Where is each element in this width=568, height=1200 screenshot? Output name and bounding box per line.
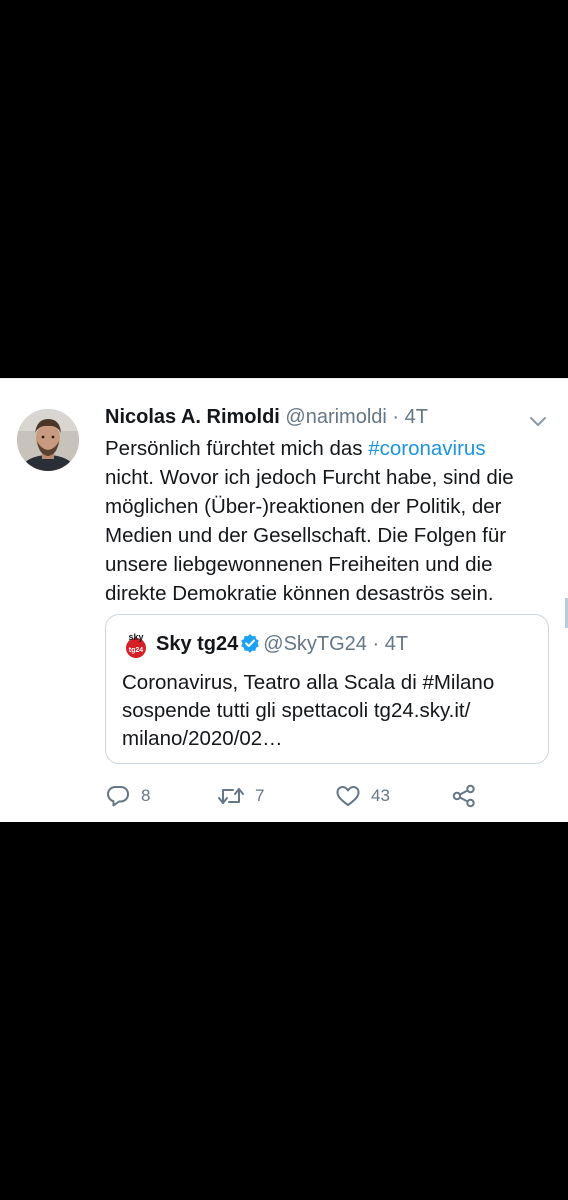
- quoted-tweet[interactable]: sky tg24 Sky tg24 @SkyTG24 · 4T Coronavi…: [105, 614, 549, 764]
- quote-text-line: sospende tutti gli spettacoli tg24.sky.i…: [122, 699, 471, 722]
- sky-tg24-logo: sky tg24: [126, 632, 146, 658]
- action-bar: 8 7 43: [105, 782, 545, 810]
- reply-button[interactable]: 8: [105, 782, 150, 810]
- quote-separator: ·: [366, 633, 385, 655]
- tweet-text-line: möglichen (Über-)reaktionen der Politik,…: [105, 495, 502, 518]
- hashtag-link[interactable]: #coronavirus: [368, 437, 485, 460]
- retweet-button[interactable]: 7: [217, 782, 264, 810]
- reply-icon: [107, 786, 129, 807]
- quote-text: Coronavirus, Teatro alla Scala di #Milan…: [122, 669, 542, 753]
- user-handle[interactable]: @narimoldi: [285, 406, 386, 428]
- tweet-text-line: direkte Demokratie können desaströs sein…: [105, 582, 494, 605]
- avatar[interactable]: [17, 409, 79, 471]
- tweet-text-line: Medien und der Gesellschaft. Die Folgen …: [105, 524, 507, 547]
- divider: [0, 378, 568, 379]
- quote-time[interactable]: 4T: [385, 633, 408, 655]
- tweet-text-line: nicht. Wovor ich jedoch Furcht habe, sin…: [105, 466, 514, 489]
- avatar-image: [17, 409, 79, 471]
- tweet-header: Nicolas A. Rimoldi @narimoldi · 4T: [105, 405, 428, 429]
- retweet-icon: [218, 788, 244, 804]
- chevron-down-icon[interactable]: [528, 411, 548, 431]
- tweet-text: Persönlich fürchtet mich das #coronaviru…: [105, 434, 545, 608]
- display-name[interactable]: Nicolas A. Rimoldi: [105, 406, 280, 428]
- header-separator: ·: [386, 406, 405, 428]
- logo-text-top: sky: [128, 632, 143, 642]
- logo-text-bottom: tg24: [129, 647, 144, 654]
- tweet-text-line: Persönlich fürchtet mich das #coronaviru…: [105, 437, 486, 460]
- screen: Nicolas A. Rimoldi @narimoldi · 4T Persö…: [0, 0, 568, 1200]
- tweet-time[interactable]: 4T: [405, 406, 428, 428]
- like-count: 43: [371, 786, 390, 805]
- tweet-text-line: unsere liebgewonnenen Freiheiten und die: [105, 553, 493, 576]
- retweet-count: 7: [255, 786, 265, 805]
- heart-icon: [336, 786, 360, 806]
- quote-text-line: Coronavirus, Teatro alla Scala di #Milan…: [122, 671, 495, 694]
- share-button[interactable]: [451, 782, 477, 810]
- reply-count: 8: [141, 786, 151, 805]
- tweet-card[interactable]: Nicolas A. Rimoldi @narimoldi · 4T Persö…: [0, 378, 568, 822]
- verified-badge-icon: [241, 634, 260, 653]
- quote-handle[interactable]: @SkyTG24: [263, 633, 367, 655]
- quote-text-line: milano/2020/02…: [122, 727, 283, 750]
- share-icon: [452, 784, 475, 808]
- quote-display-name[interactable]: Sky tg24: [156, 633, 238, 655]
- quote-header: Sky tg24 @SkyTG24 · 4T: [156, 631, 408, 657]
- like-button[interactable]: 43: [335, 782, 390, 810]
